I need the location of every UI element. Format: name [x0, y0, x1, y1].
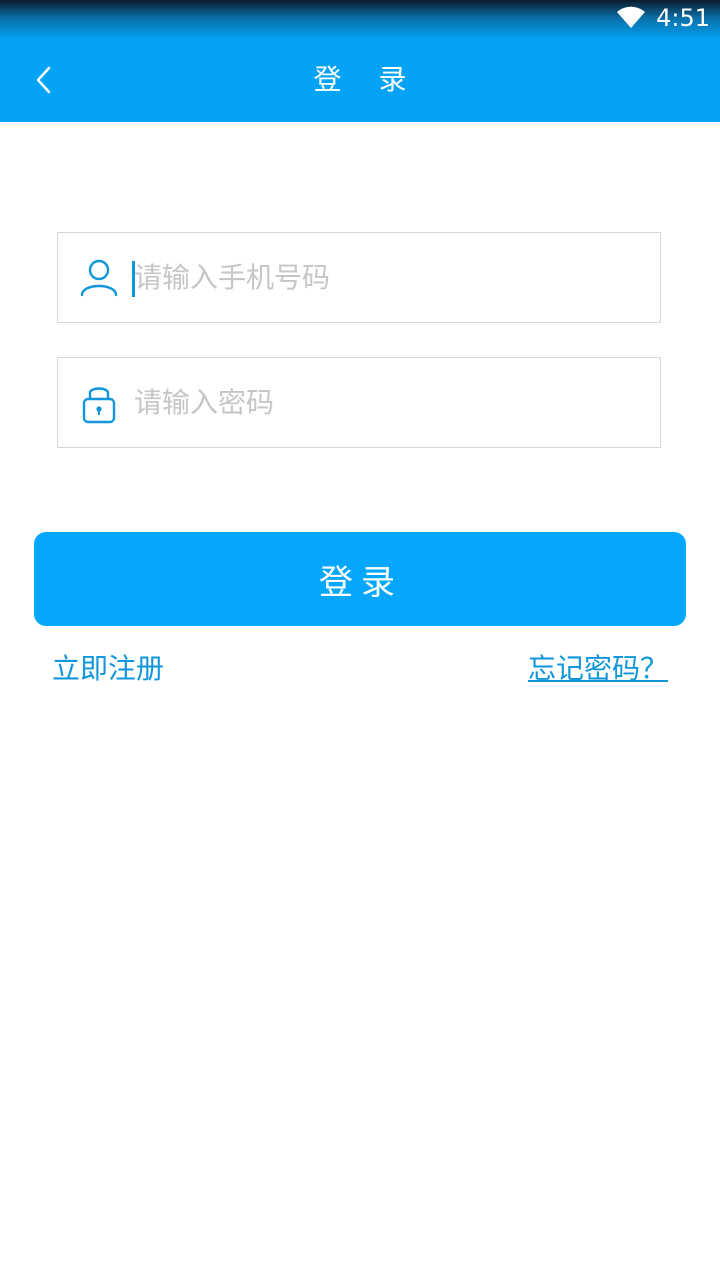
lock-icon — [82, 387, 116, 424]
phone-field[interactable] — [57, 232, 661, 323]
page-title: 登 录 — [313, 63, 421, 96]
app-bar: 登 录 — [0, 40, 720, 122]
phone-input[interactable] — [134, 233, 634, 322]
register-link[interactable]: 立即注册 — [52, 648, 164, 690]
status-time: 4:51 — [656, 4, 710, 32]
login-button[interactable]: 登录 — [34, 532, 686, 626]
status-icons: 4:51 — [616, 4, 710, 32]
password-field[interactable] — [57, 357, 661, 448]
forgot-password-link[interactable]: 忘记密码？ — [528, 648, 668, 690]
user-icon — [80, 259, 118, 297]
status-bar: 4:51 — [0, 0, 720, 40]
wifi-icon — [617, 6, 646, 28]
password-input[interactable] — [134, 358, 634, 447]
